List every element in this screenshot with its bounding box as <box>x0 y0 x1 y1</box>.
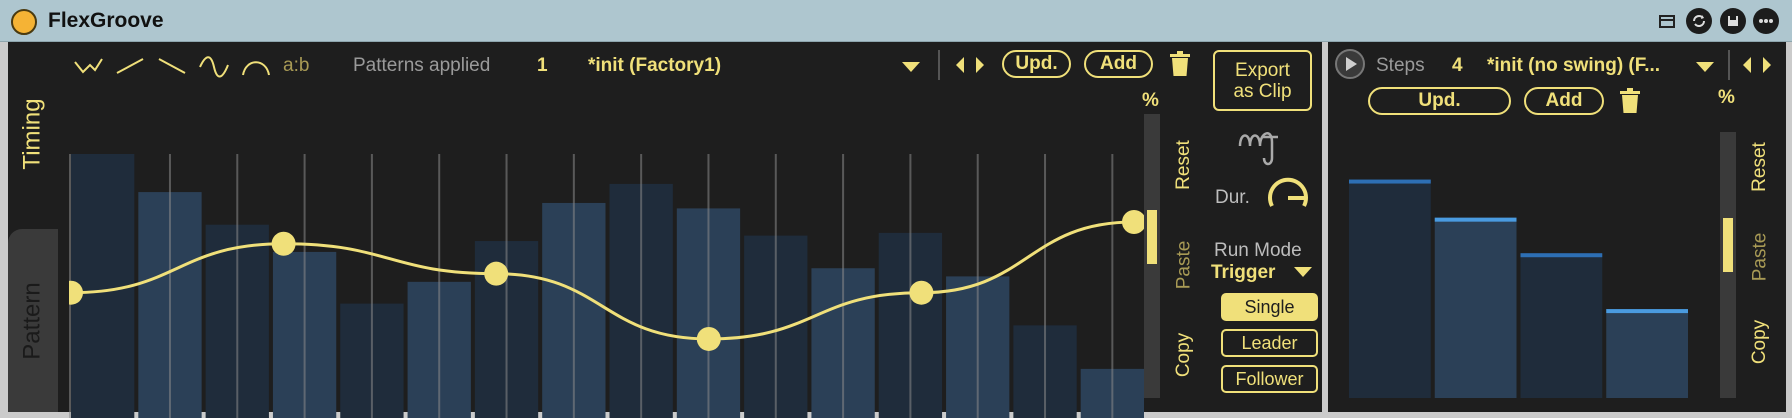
falling-curve-icon[interactable] <box>156 54 188 78</box>
arc-curve-icon[interactable] <box>240 54 272 78</box>
hotswap-icon[interactable] <box>1686 8 1712 34</box>
clip-icon[interactable] <box>1654 8 1680 34</box>
steps-count[interactable]: 4 <box>1452 55 1463 77</box>
single-mode-button[interactable]: Single <box>1221 293 1318 321</box>
steps-panel: Steps 4 *init (no swing) (F... Upd. Add … <box>1328 42 1786 412</box>
leader-mode-button[interactable]: Leader <box>1221 329 1318 357</box>
duration-knob[interactable] <box>1263 173 1313 228</box>
step-bar[interactable] <box>1520 253 1603 398</box>
zigzag-curve-icon[interactable] <box>72 54 104 78</box>
tab-pattern[interactable]: Pattern <box>8 229 58 412</box>
steps-paste-button[interactable]: Paste <box>1746 212 1774 302</box>
preset-name[interactable]: *init (Factory1) <box>588 55 721 77</box>
curve-handle[interactable] <box>909 280 934 305</box>
curve-handle[interactable] <box>271 231 296 256</box>
step-bar-cap <box>1434 217 1517 222</box>
add-button[interactable]: Add <box>1084 50 1153 78</box>
duration-label: Dur. <box>1215 187 1250 208</box>
step-bar-cap <box>1349 179 1431 184</box>
timing-grid[interactable] <box>69 146 1146 418</box>
steps-percent-slider-thumb[interactable] <box>1723 217 1733 272</box>
title-bar: FlexGroove <box>0 0 1792 42</box>
step-bar[interactable] <box>1606 309 1688 398</box>
sine-curve-icon[interactable] <box>198 54 230 78</box>
steps-next-preset-icon[interactable] <box>1762 56 1772 79</box>
steps-label: Steps <box>1376 55 1425 76</box>
step-bar-cap <box>1520 253 1603 258</box>
window-title: FlexGroove <box>48 9 164 32</box>
more-icon[interactable] <box>1753 8 1779 34</box>
save-icon[interactable] <box>1720 8 1746 34</box>
run-mode-value[interactable]: Trigger <box>1211 262 1275 284</box>
steps-copy-button[interactable]: Copy <box>1746 297 1774 387</box>
device-power-icon[interactable] <box>11 9 37 35</box>
percent-label: % <box>1142 90 1159 111</box>
steps-update-button[interactable]: Upd. <box>1368 87 1511 115</box>
run-mode-dropdown-icon[interactable] <box>1294 267 1312 277</box>
next-preset-icon[interactable] <box>975 56 985 79</box>
rising-curve-icon[interactable] <box>114 54 146 78</box>
paste-button[interactable]: Paste <box>1170 220 1198 310</box>
toolbar-divider <box>938 50 940 80</box>
preset-dropdown-icon[interactable] <box>902 62 920 72</box>
step-bar[interactable] <box>1434 217 1517 398</box>
percent-slider[interactable] <box>1144 114 1160 398</box>
curve-handle[interactable] <box>484 261 509 286</box>
percent-slider-thumb[interactable] <box>1147 209 1157 264</box>
trash-icon[interactable] <box>1169 51 1191 82</box>
steps-grid[interactable] <box>1347 144 1690 398</box>
play-icon[interactable] <box>1335 49 1365 79</box>
groove-panel: Timing Pattern a:b Patterns applied 1 *i… <box>8 42 1322 418</box>
tab-timing[interactable]: Timing <box>8 42 58 225</box>
steps-percent-slider[interactable] <box>1720 132 1736 398</box>
steps-trash-icon[interactable] <box>1619 88 1641 119</box>
curve-handle[interactable] <box>1122 210 1146 234</box>
reset-button[interactable]: Reset <box>1170 120 1198 210</box>
ratio-button[interactable]: a:b <box>283 55 309 77</box>
update-button[interactable]: Upd. <box>1002 50 1071 78</box>
step-bar-cap <box>1606 309 1688 314</box>
follower-mode-button[interactable]: Follower <box>1221 365 1318 393</box>
steps-toolbar-divider <box>1728 50 1730 80</box>
copy-button[interactable]: Copy <box>1170 310 1198 400</box>
prev-preset-icon[interactable] <box>955 56 965 79</box>
logo-icon <box>1236 120 1286 171</box>
patterns-applied-label: Patterns applied <box>353 55 491 76</box>
steps-prev-preset-icon[interactable] <box>1742 56 1752 79</box>
steps-reset-button[interactable]: Reset <box>1746 122 1774 212</box>
run-mode-label: Run Mode <box>1214 240 1302 261</box>
patterns-applied-count: 1 <box>537 55 548 76</box>
steps-percent-label: % <box>1718 87 1735 108</box>
export-as-clip-button[interactable]: Export as Clip <box>1213 50 1312 111</box>
steps-preset-dropdown-icon[interactable] <box>1696 62 1714 72</box>
steps-preset-name[interactable]: *init (no swing) (F... <box>1487 55 1660 77</box>
steps-add-button[interactable]: Add <box>1524 87 1604 115</box>
curve-handle[interactable] <box>696 326 721 351</box>
step-bar[interactable] <box>1349 179 1431 398</box>
